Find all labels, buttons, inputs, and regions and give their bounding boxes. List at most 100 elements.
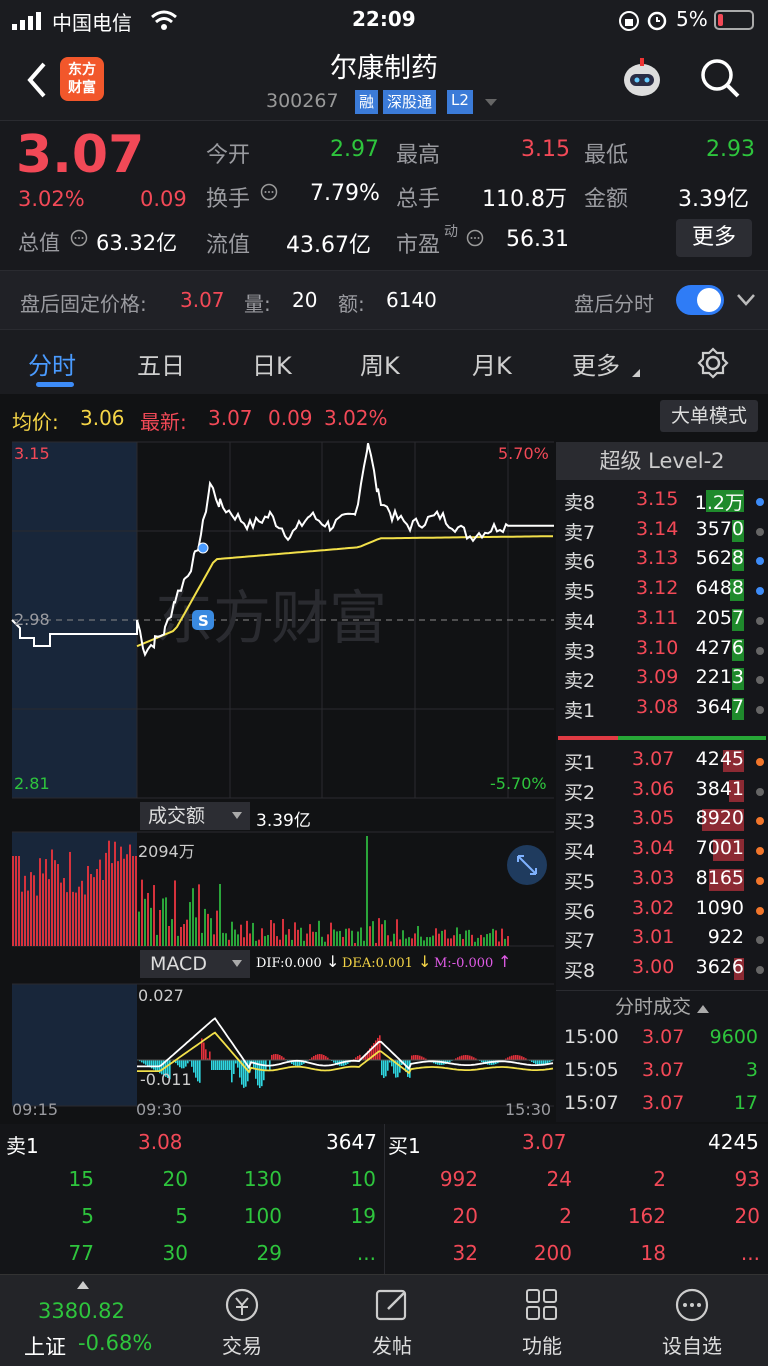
volume-bar [225, 933, 227, 946]
ask-row[interactable]: 卖8 3.15 1.2万 [556, 488, 768, 518]
index-name[interactable]: 上证 [24, 1331, 66, 1361]
trade-time: 15:05 [564, 1059, 619, 1081]
bid-level: 买2 [564, 781, 596, 804]
tab-more[interactable]: 更多 [572, 346, 620, 381]
bid-row[interactable]: 买1 3.07 4245 [556, 748, 768, 778]
post-button[interactable]: 发帖 [332, 1285, 452, 1359]
price-chart[interactable]: 东方财富 S [0, 440, 556, 1124]
level2-title[interactable]: 超级 Level-2 [556, 442, 768, 480]
tab-monthly-k[interactable]: 月K [472, 346, 512, 381]
avg-price-label: 均价: [12, 410, 59, 434]
ask-price: 3.12 [636, 577, 679, 600]
big-order-mode-button[interactable]: 大单模式 [660, 400, 758, 432]
volume-bar [39, 858, 41, 946]
chevron-down-icon[interactable] [736, 293, 756, 307]
ask-row[interactable]: 卖1 3.08 3647 [556, 696, 768, 726]
bid-price: 3.07 [632, 748, 675, 770]
queue-buy-order: ... [740, 1241, 760, 1265]
tab-intraday[interactable]: 分时 [28, 346, 76, 381]
volume-bar [330, 922, 332, 946]
volume-bar [201, 932, 203, 946]
volume-bar [309, 924, 311, 946]
more-button[interactable]: 更多 [676, 219, 752, 257]
volume-bar [381, 924, 383, 946]
arrow-down-icon: ↓ [326, 952, 340, 971]
volume-bar [243, 937, 245, 946]
ask-row[interactable]: 卖6 3.13 5628 [556, 547, 768, 577]
tick-trade-row: 15:00 3.07 9600 [556, 1026, 768, 1056]
time-axis-start: 09:15 [12, 1100, 59, 1119]
queue-buy-price: 3.07 [522, 1130, 567, 1154]
high-value: 3.15 [521, 137, 570, 162]
volume-bar [120, 846, 122, 946]
info-icon[interactable] [466, 229, 484, 247]
index-change[interactable]: -0.68% [78, 1331, 152, 1355]
order-dot [756, 587, 764, 596]
macd-bar [519, 1055, 521, 1060]
ask-row[interactable]: 卖2 3.09 2213 [556, 666, 768, 696]
functions-button[interactable]: 功能 [482, 1285, 602, 1359]
volume-selector[interactable]: 成交额 [140, 802, 250, 830]
back-icon[interactable] [24, 60, 48, 100]
volume-bar [156, 934, 158, 946]
macd-bar [183, 1060, 185, 1069]
volume-bar [447, 938, 449, 946]
bid-row[interactable]: 买2 3.06 3841 [556, 778, 768, 808]
ask-row[interactable]: 卖7 3.14 3570 [556, 518, 768, 548]
ask-row[interactable]: 卖5 3.12 6488 [556, 577, 768, 607]
bid-row[interactable]: 买6 3.02 1090 [556, 897, 768, 927]
macd-bar [193, 1060, 195, 1073]
ask-bid-ratio-green [618, 736, 766, 740]
info-icon[interactable] [70, 229, 88, 247]
ask-level: 卖6 [564, 551, 596, 574]
volume-bar [267, 934, 269, 946]
ask-price: 3.09 [636, 666, 679, 689]
volume-bar [288, 929, 290, 946]
ask-volume: 6488 [695, 577, 744, 600]
change-percent-chart: 3.02% [324, 406, 388, 430]
trade-button[interactable]: 交易 [182, 1285, 302, 1359]
gear-icon[interactable] [696, 346, 730, 380]
after-hours-toggle[interactable] [676, 285, 724, 315]
bid-row[interactable]: 买8 3.00 3626 [556, 956, 768, 986]
bid-volume: 7001 [695, 837, 744, 860]
ask-row[interactable]: 卖4 3.11 2057 [556, 607, 768, 637]
volume-bar [246, 920, 248, 946]
ask-volume: 3647 [695, 695, 744, 718]
bid-row[interactable]: 买7 3.01 922 [556, 926, 768, 956]
macd-bar [215, 1060, 217, 1070]
volume-bar [291, 939, 293, 946]
add-watchlist-button[interactable]: 设自选 [632, 1285, 752, 1359]
bid-volume: 8165 [695, 866, 744, 889]
info-icon[interactable] [260, 183, 278, 201]
tick-trades-title[interactable]: 分时成交 [556, 990, 768, 1022]
macd-bar [509, 1056, 511, 1060]
volume-bar [129, 844, 131, 946]
volume-bar [465, 930, 467, 946]
macd-bar [535, 1060, 537, 1064]
bid-row[interactable]: 买3 3.05 8920 [556, 807, 768, 837]
change-percent: 3.02% [18, 187, 85, 211]
macd-bar [383, 1060, 385, 1078]
tab-weekly-k[interactable]: 周K [360, 346, 400, 381]
tick-trade-row: 15:07 3.07 17 [556, 1092, 768, 1122]
ask-row[interactable]: 卖3 3.10 4276 [556, 637, 768, 667]
chevron-down-icon[interactable] [484, 98, 498, 108]
macd-bar [179, 1060, 181, 1068]
robot-assistant-icon[interactable] [618, 54, 666, 102]
index-value[interactable]: 3380.82 [38, 1299, 125, 1323]
tab-daily-k[interactable]: 日K [252, 346, 292, 381]
volume-bar [105, 852, 107, 946]
volume-bar [111, 863, 113, 946]
pe-value: 56.31 [506, 227, 569, 252]
search-icon[interactable] [698, 56, 742, 100]
volume-bar [138, 911, 140, 946]
bid-row[interactable]: 买5 3.03 8165 [556, 867, 768, 897]
order-queue-panel: 卖1 3.08 3647 买1 3.07 4245 15 20 130 10 5 5 100… [0, 1124, 768, 1274]
trade-volume: 3 [745, 1059, 758, 1081]
bid-row[interactable]: 买4 3.04 7001 [556, 837, 768, 867]
macd-bar [273, 1054, 275, 1060]
queue-sell-order: 5 [81, 1204, 94, 1228]
indicator-selector[interactable]: MACD [140, 950, 250, 978]
tab-five-day[interactable]: 五日 [137, 346, 185, 381]
